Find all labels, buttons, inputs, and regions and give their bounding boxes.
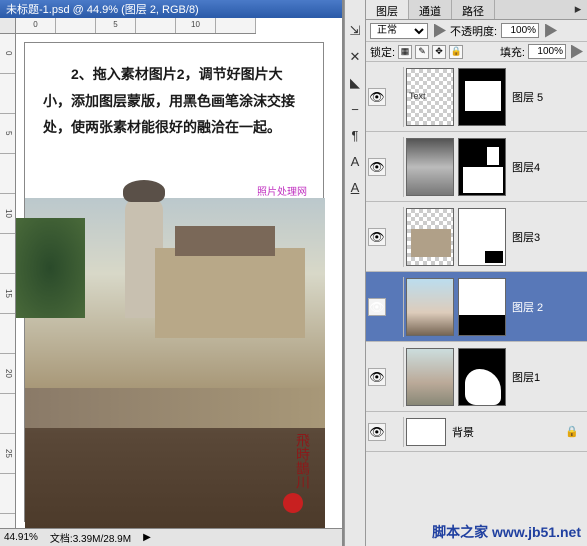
lock-icon: 🔒 — [565, 425, 579, 438]
text-tool-icon[interactable]: A — [346, 178, 364, 196]
layers-list: 👁 Text 图层 5 👁 图层4 👁 图层3 👁 图层 2 — [366, 62, 587, 546]
layer-thumbnail[interactable] — [406, 278, 454, 336]
mini-toolbar: ⇲ ✕ ◣ − ¶ A A — [344, 0, 366, 546]
lock-brush-icon[interactable]: ✎ — [415, 45, 429, 59]
watermark-label: 照片处理网 — [257, 183, 307, 198]
status-bar: 44.91% 文档:3.39M/28.9M ▶ — [0, 528, 342, 546]
lock-label: 锁定: — [370, 44, 395, 60]
mask-thumbnail[interactable] — [458, 348, 506, 406]
layer-row[interactable]: 👁 图层 2 — [366, 272, 587, 342]
lock-all-icon[interactable]: 🔒 — [449, 45, 463, 59]
layer-thumbnail[interactable] — [406, 208, 454, 266]
layer-thumbnail[interactable] — [406, 418, 446, 446]
blend-arrow-icon[interactable] — [434, 24, 446, 38]
signature-seal: 飛時鵲川 — [259, 433, 311, 503]
layer-thumbnail[interactable] — [406, 138, 454, 196]
site-watermark: 脚本之家 www.jb51.net — [432, 522, 581, 542]
fill-arrow-icon[interactable] — [571, 45, 583, 59]
document-info: 文档:3.39M/28.9M — [50, 530, 131, 545]
layer-row[interactable]: 👁 图层1 — [366, 342, 587, 412]
layer-thumbnail[interactable] — [406, 348, 454, 406]
mask-thumbnail[interactable] — [458, 208, 506, 266]
tab-layers[interactable]: 图层 — [366, 0, 409, 19]
layer-row[interactable]: 👁 图层3 — [366, 202, 587, 272]
minus-tool-icon[interactable]: − — [346, 100, 364, 118]
visibility-eye-icon[interactable]: 👁 — [368, 423, 386, 441]
lock-transparency-icon[interactable]: ▦ — [398, 45, 412, 59]
visibility-eye-icon[interactable]: 👁 — [368, 298, 386, 316]
layer-link-area[interactable] — [388, 417, 404, 447]
cross-tool-icon[interactable]: ✕ — [346, 48, 364, 66]
ruler-corner — [0, 18, 16, 34]
document-title: 未标题-1.psd @ 44.9% (图层 2, RGB/8) — [0, 0, 342, 18]
layer-row[interactable]: 👁 背景 🔒 — [366, 412, 587, 452]
visibility-eye-icon[interactable]: 👁 — [368, 368, 386, 386]
fill-input[interactable] — [528, 44, 566, 59]
layer-name-label[interactable]: 图层 2 — [512, 299, 543, 315]
tab-channels[interactable]: 通道 — [409, 0, 452, 19]
mask-thumbnail[interactable] — [458, 278, 506, 336]
tag-tool-icon[interactable]: ◣ — [346, 74, 364, 92]
layer-row[interactable]: 👁 图层4 — [366, 132, 587, 202]
arrow-tool-icon[interactable]: ⇲ — [346, 22, 364, 40]
layer-link-area[interactable] — [388, 67, 404, 127]
layer-name-label[interactable]: 图层3 — [512, 229, 540, 245]
fill-label: 填充: — [500, 44, 525, 60]
type-tool-icon[interactable]: A — [346, 152, 364, 170]
mask-thumbnail[interactable] — [458, 138, 506, 196]
mask-thumbnail[interactable] — [458, 68, 506, 126]
visibility-eye-icon[interactable]: 👁 — [368, 88, 386, 106]
layer-name-label[interactable]: 图层 5 — [512, 89, 543, 105]
blend-mode-select[interactable]: 正常 — [370, 23, 428, 39]
layer-link-area[interactable] — [388, 207, 404, 267]
panel-menu-icon[interactable]: ▸ — [569, 0, 587, 18]
panel-tabs: 图层 通道 路径 ▸ — [366, 0, 587, 20]
opacity-input[interactable] — [501, 23, 539, 38]
layer-link-area[interactable] — [388, 137, 404, 197]
ruler-vertical[interactable]: 0510152025 — [0, 34, 16, 528]
visibility-eye-icon[interactable]: 👁 — [368, 158, 386, 176]
ruler-horizontal[interactable]: 0510 — [16, 18, 256, 34]
info-arrow-icon[interactable]: ▶ — [143, 532, 151, 543]
layer-name-label[interactable]: 背景 — [452, 424, 474, 440]
castle-image — [25, 198, 325, 388]
canvas-area[interactable]: 2、拖入素材图片2，调节好图片大小，添加图层蒙版，用黑色画笔涂沫交接处，使两张素… — [16, 34, 342, 528]
document: 2、拖入素材图片2，调节好图片大小，添加图层蒙版，用黑色画笔涂沫交接处，使两张素… — [24, 42, 324, 522]
layer-name-label[interactable]: 图层1 — [512, 369, 540, 385]
layer-name-label[interactable]: 图层4 — [512, 159, 540, 175]
layer-link-area[interactable] — [388, 277, 404, 337]
opacity-label: 不透明度: — [450, 23, 497, 39]
layer-link-area[interactable] — [388, 347, 404, 407]
paragraph-tool-icon[interactable]: ¶ — [346, 126, 364, 144]
layer-row[interactable]: 👁 Text 图层 5 — [366, 62, 587, 132]
lock-move-icon[interactable]: ✥ — [432, 45, 446, 59]
opacity-arrow-icon[interactable] — [545, 24, 557, 38]
layer-thumbnail[interactable]: Text — [406, 68, 454, 126]
red-stamp — [283, 493, 303, 513]
zoom-level[interactable]: 44.91% — [4, 532, 38, 543]
tab-paths[interactable]: 路径 — [452, 0, 495, 19]
visibility-eye-icon[interactable]: 👁 — [368, 228, 386, 246]
instruction-text: 2、拖入素材图片2，调节好图片大小，添加图层蒙版，用黑色画笔涂沫交接处，使两张素… — [25, 43, 323, 145]
